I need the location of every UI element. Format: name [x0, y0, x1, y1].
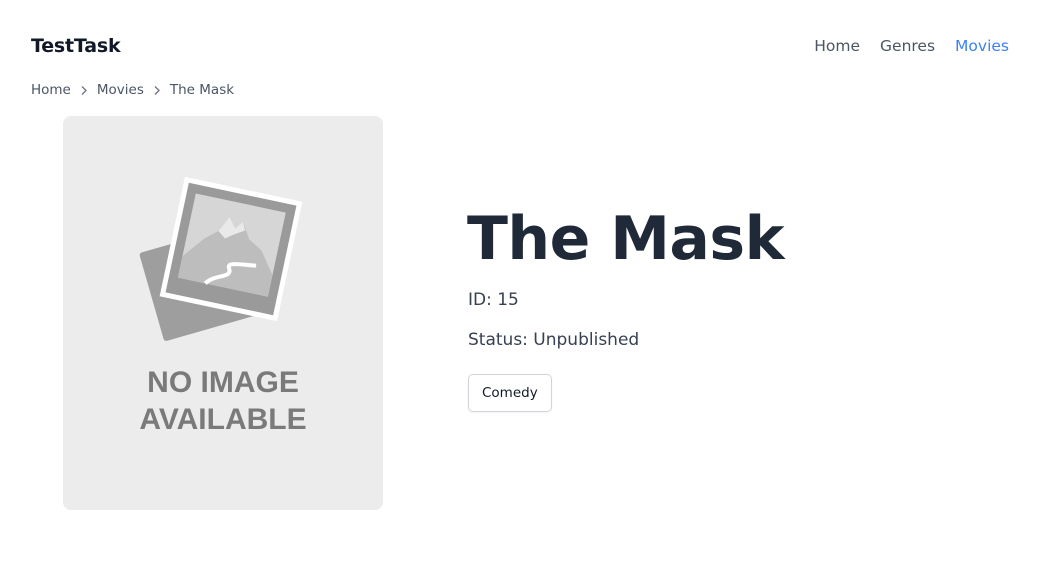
main-nav: Home Genres Movies: [814, 37, 1009, 55]
chevron-right-icon: [71, 85, 97, 96]
nav-genres[interactable]: Genres: [880, 37, 935, 55]
breadcrumb: Home Movies The Mask: [31, 82, 234, 98]
chevron-right-icon: [144, 85, 170, 96]
movie-status: Status: Unpublished: [468, 330, 640, 350]
genre-tag[interactable]: Comedy: [468, 374, 552, 412]
breadcrumb-movies[interactable]: Movies: [97, 82, 144, 98]
breadcrumb-home[interactable]: Home: [31, 82, 71, 98]
image-placeholder-icon: [139, 176, 303, 341]
movie-poster: NO IMAGE AVAILABLE: [63, 116, 383, 510]
nav-movies[interactable]: Movies: [955, 37, 1009, 55]
breadcrumb-current: The Mask: [169, 82, 235, 98]
movie-title: The Mask: [467, 204, 785, 274]
movie-id: ID: 15: [468, 290, 519, 310]
no-image-text: NO IMAGE AVAILABLE: [139, 366, 307, 436]
nav-home[interactable]: Home: [814, 37, 860, 55]
brand-logo[interactable]: TestTask: [31, 35, 121, 57]
